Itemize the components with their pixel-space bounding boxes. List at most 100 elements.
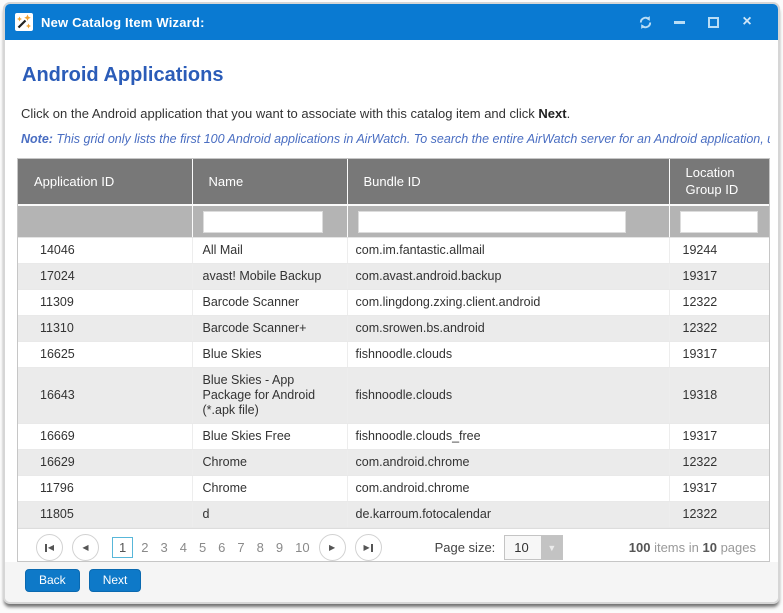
- pages-text: pages: [717, 540, 756, 555]
- page-size-dropdown[interactable]: 10 ▼: [504, 535, 563, 560]
- bundle-id-filter-input[interactable]: [358, 211, 626, 233]
- cell-bundle-id: com.im.fantastic.allmail: [347, 238, 669, 264]
- cell-location-group-id: 19318: [669, 368, 769, 424]
- close-icon: ×: [742, 14, 751, 30]
- page-number-10[interactable]: 10: [291, 537, 313, 558]
- column-header-application-id[interactable]: Application ID: [18, 159, 192, 205]
- applications-table: Application ID Name Bundle ID Location G…: [18, 159, 769, 529]
- cell-bundle-id: fishnoodle.clouds: [347, 342, 669, 368]
- instruction-bold: Next: [538, 106, 566, 121]
- applications-grid: Application ID Name Bundle ID Location G…: [17, 158, 770, 562]
- cell-location-group-id: 12322: [669, 502, 769, 528]
- page-number-2[interactable]: 2: [137, 537, 152, 558]
- prev-arrow-icon: ◀: [82, 543, 88, 552]
- cell-name: Blue Skies - App Package for Android (*.…: [192, 368, 347, 424]
- first-page-icon: [45, 544, 47, 552]
- next-arrow-icon: ▶: [364, 543, 370, 552]
- location-group-id-filter-input[interactable]: [680, 211, 758, 233]
- page-number-7[interactable]: 7: [233, 537, 248, 558]
- page-size-value: 10: [505, 536, 541, 559]
- instruction-text: Click on the Android application that yo…: [21, 106, 770, 121]
- instruction-prefix: Click on the Android application that yo…: [21, 106, 538, 121]
- note-label: Note:: [21, 132, 53, 146]
- grid-row[interactable]: 16629 Chrome com.android.chrome 12322: [18, 450, 769, 476]
- cell-name: All Mail: [192, 238, 347, 264]
- column-header-bundle-id[interactable]: Bundle ID: [347, 159, 669, 205]
- items-text: items in: [650, 540, 702, 555]
- cell-bundle-id: com.avast.android.backup: [347, 264, 669, 290]
- last-page-icon: [371, 544, 373, 552]
- cell-bundle-id: com.android.chrome: [347, 476, 669, 502]
- grid-row[interactable]: 17024 avast! Mobile Backup com.avast.and…: [18, 264, 769, 290]
- chevron-down-icon[interactable]: ▼: [541, 536, 562, 559]
- note-body: This grid only lists the first 100 Andro…: [53, 132, 770, 146]
- minimize-button[interactable]: [662, 9, 696, 35]
- close-button[interactable]: ×: [730, 9, 764, 35]
- cell-bundle-id: de.karroum.fotocalendar: [347, 502, 669, 528]
- page-number-8[interactable]: 8: [253, 537, 268, 558]
- cell-name: avast! Mobile Backup: [192, 264, 347, 290]
- wizard-footer: Back Next: [5, 562, 778, 602]
- page-number-4[interactable]: 4: [176, 537, 191, 558]
- cell-application-id: 16629: [18, 450, 192, 476]
- filter-cell-location-group-id: [669, 205, 769, 238]
- grid-row[interactable]: 11796 Chrome com.android.chrome 19317: [18, 476, 769, 502]
- cell-application-id: 11310: [18, 316, 192, 342]
- next-page-button[interactable]: ▶: [319, 534, 346, 561]
- cell-location-group-id: 12322: [669, 290, 769, 316]
- cell-application-id: 16669: [18, 424, 192, 450]
- titlebar: New Catalog Item Wizard: ×: [5, 4, 778, 40]
- previous-page-button[interactable]: ◀: [72, 534, 99, 561]
- grid-row[interactable]: 16643 Blue Skies - App Package for Andro…: [18, 368, 769, 424]
- prev-arrow-icon: ◀: [48, 543, 54, 552]
- page-number-5[interactable]: 5: [195, 537, 210, 558]
- cell-name: Barcode Scanner: [192, 290, 347, 316]
- cell-location-group-id: 19317: [669, 476, 769, 502]
- first-page-button[interactable]: ◀: [36, 534, 63, 561]
- grid-header-row: Application ID Name Bundle ID Location G…: [18, 159, 769, 205]
- cell-bundle-id: com.android.chrome: [347, 450, 669, 476]
- next-button[interactable]: Next: [89, 569, 142, 592]
- cell-application-id: 11796: [18, 476, 192, 502]
- minimize-icon: [674, 21, 685, 24]
- page-number-6[interactable]: 6: [214, 537, 229, 558]
- page-size-group: Page size: 10 ▼: [435, 535, 564, 560]
- cell-bundle-id: com.srowen.bs.android: [347, 316, 669, 342]
- grid-row[interactable]: 11309 Barcode Scanner com.lingdong.zxing…: [18, 290, 769, 316]
- grid-row[interactable]: 11310 Barcode Scanner+ com.srowen.bs.and…: [18, 316, 769, 342]
- refresh-button[interactable]: [628, 9, 662, 35]
- cell-application-id: 11309: [18, 290, 192, 316]
- cell-name: Blue Skies: [192, 342, 347, 368]
- page-number-9[interactable]: 9: [272, 537, 287, 558]
- grid-row[interactable]: 16625 Blue Skies fishnoodle.clouds 19317: [18, 342, 769, 368]
- back-button[interactable]: Back: [25, 569, 80, 592]
- wizard-content: Android Applications Click on the Androi…: [5, 40, 778, 562]
- maximize-icon: [708, 17, 719, 28]
- cell-location-group-id: 19317: [669, 342, 769, 368]
- window-controls: ×: [628, 9, 764, 35]
- grid-row[interactable]: 16669 Blue Skies Free fishnoodle.clouds_…: [18, 424, 769, 450]
- maximize-button[interactable]: [696, 9, 730, 35]
- cell-location-group-id: 19317: [669, 264, 769, 290]
- name-filter-input[interactable]: [203, 211, 323, 233]
- cell-application-id: 14046: [18, 238, 192, 264]
- column-header-name[interactable]: Name: [192, 159, 347, 205]
- filter-cell-application-id: [18, 205, 192, 238]
- refresh-icon: [638, 15, 653, 30]
- cell-bundle-id: fishnoodle.clouds_free: [347, 424, 669, 450]
- grid-row[interactable]: 14046 All Mail com.im.fantastic.allmail …: [18, 238, 769, 264]
- page-number-3[interactable]: 3: [156, 537, 171, 558]
- page-number-1[interactable]: 1: [112, 537, 133, 558]
- last-page-button[interactable]: ▶: [355, 534, 382, 561]
- cell-location-group-id: 19317: [669, 424, 769, 450]
- cell-bundle-id: fishnoodle.clouds: [347, 368, 669, 424]
- grid-row[interactable]: 11805 d de.karroum.fotocalendar 12322: [18, 502, 769, 528]
- filter-cell-bundle-id: [347, 205, 669, 238]
- column-header-location-group-id[interactable]: Location Group ID: [669, 159, 769, 205]
- cell-name: Chrome: [192, 450, 347, 476]
- cell-bundle-id: com.lingdong.zxing.client.android: [347, 290, 669, 316]
- cell-name: Chrome: [192, 476, 347, 502]
- page-title: Android Applications: [22, 64, 770, 87]
- window-title: New Catalog Item Wizard:: [41, 15, 205, 30]
- page-number-list: 1 2 3 4 5 6 7 8 9 10: [110, 537, 316, 558]
